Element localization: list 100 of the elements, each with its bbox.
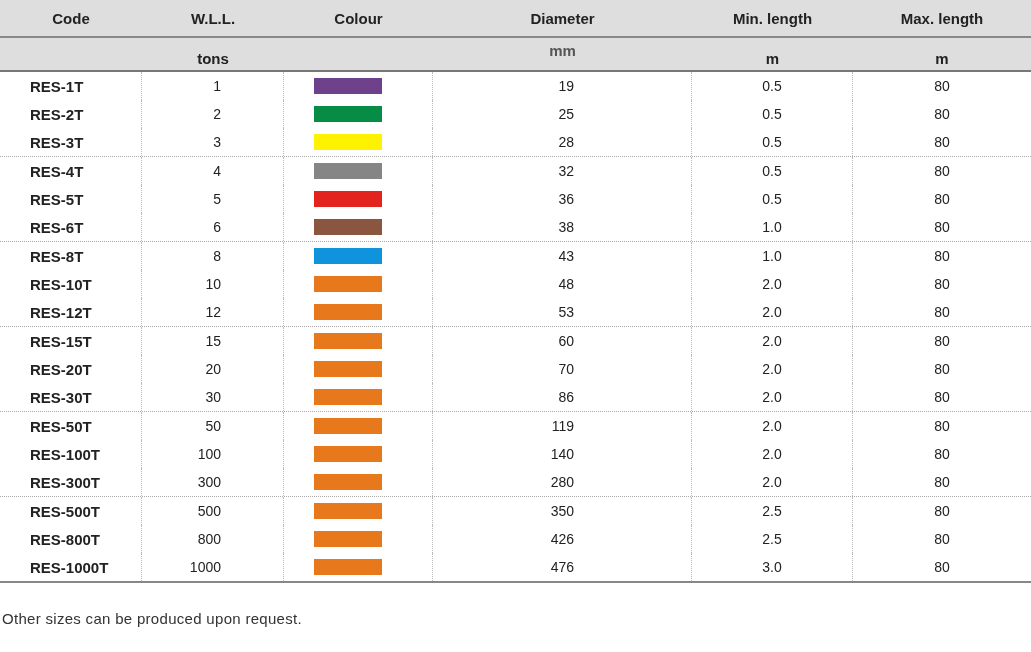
column-header: Colour — [334, 9, 383, 27]
table-cell: 2.0 — [762, 333, 782, 349]
table-cell: 3.0 — [762, 559, 782, 575]
table-cell: 80 — [934, 134, 950, 150]
table-cell: 426 — [550, 531, 574, 547]
table-cell: RES-30T — [30, 388, 92, 406]
table-cell: 48 — [558, 276, 574, 292]
table-cell: 350 — [550, 503, 574, 519]
table-cell: 80 — [934, 531, 950, 547]
table-cell: RES-100T — [30, 445, 101, 463]
table-cell: 25 — [558, 106, 574, 122]
table-cell: 12 — [205, 304, 221, 320]
table-cell: 10 — [205, 276, 221, 292]
table-cell: RES-2T — [30, 105, 84, 123]
column-header: Max. length — [900, 9, 984, 27]
table-cell: RES-1T — [30, 77, 84, 95]
table-cell: 80 — [934, 389, 950, 405]
table-cell: 476 — [550, 559, 574, 575]
table-cell: 80 — [934, 304, 950, 320]
table-cell: 86 — [558, 389, 574, 405]
table-cell: RES-50T — [30, 417, 92, 435]
table-cell: 2.0 — [762, 446, 782, 462]
table-cell: RES-6T — [30, 218, 84, 236]
table-cell: 50 — [205, 418, 221, 434]
table-cell: 32 — [558, 163, 574, 179]
table-cell: 2 — [213, 106, 221, 122]
table-cell: 80 — [934, 276, 950, 292]
table-cell: 3 — [213, 134, 221, 150]
table-cell: 80 — [934, 446, 950, 462]
table-cell: 1.0 — [762, 219, 782, 235]
table-cell: 80 — [934, 361, 950, 377]
table-cell: 100 — [197, 446, 221, 462]
column-header: W.L.L. — [190, 9, 236, 27]
table-cell: 500 — [197, 503, 221, 519]
table-cell: 2.0 — [762, 276, 782, 292]
table-cell: 8 — [213, 248, 221, 264]
table-cell: 140 — [550, 446, 574, 462]
table-cell: 119 — [551, 418, 574, 434]
table-cell: RES-500T — [30, 502, 101, 520]
table-cell: 800 — [197, 531, 221, 547]
table-cell: RES-15T — [30, 332, 92, 350]
table-cell: 4 — [213, 163, 221, 179]
table-cell: 80 — [934, 78, 950, 94]
table-cell: 0.5 — [762, 134, 782, 150]
table-cell: 2.0 — [762, 474, 782, 490]
table-cell: RES-300T — [30, 473, 101, 491]
unit-label: mm — [549, 42, 576, 59]
table-cell: 0.5 — [762, 163, 782, 179]
table-cell: 2.0 — [762, 389, 782, 405]
table-cell: 80 — [934, 106, 950, 122]
table-cell: 2.5 — [762, 503, 782, 519]
unit-label: m — [765, 48, 780, 67]
table-cell: 1.0 — [762, 248, 782, 264]
table-cell: RES-10T — [30, 275, 92, 293]
table-cell: 20 — [205, 361, 221, 377]
table-cell: 28 — [558, 134, 574, 150]
table-cell: RES-5T — [30, 190, 84, 208]
table-cell: RES-800T — [30, 530, 101, 548]
table-cell: RES-20T — [30, 360, 92, 378]
table-cell: 30 — [205, 389, 221, 405]
table-cell: 1 — [213, 78, 221, 94]
column-header: Diameter — [530, 9, 595, 27]
table-cell: 70 — [558, 361, 574, 377]
table-cell: 80 — [934, 163, 950, 179]
table-cell: 80 — [934, 559, 950, 575]
table-cell: 80 — [934, 191, 950, 207]
table-cell: 0.5 — [762, 191, 782, 207]
unit-label: m — [935, 48, 949, 67]
table-cell: 80 — [934, 248, 950, 264]
table-cell: 80 — [934, 474, 950, 490]
table-cell: 0.5 — [762, 78, 782, 94]
table-cell: 60 — [558, 333, 574, 349]
table-cell: RES-12T — [30, 303, 92, 321]
table-cell: 2.0 — [762, 418, 782, 434]
table-cell: 80 — [934, 418, 950, 434]
table-cell: 0.5 — [762, 106, 782, 122]
table-cell: RES-8T — [30, 247, 84, 265]
table-cell: 2.0 — [762, 361, 782, 377]
column-header: Code — [52, 9, 90, 27]
table-cell: 5 — [213, 191, 221, 207]
table-cell: 80 — [934, 333, 950, 349]
table-cell: 80 — [934, 219, 950, 235]
table-cell: 300 — [197, 474, 221, 490]
table-cell: 280 — [550, 474, 574, 490]
table-cell: 38 — [558, 219, 574, 235]
column-header: Min. length — [732, 9, 813, 27]
table-cell: 15 — [205, 333, 221, 349]
table-cell: 6 — [213, 219, 221, 235]
unit-label: tons — [197, 48, 229, 67]
table-cell: RES-4T — [30, 162, 84, 180]
table-cell: 1000 — [189, 559, 221, 575]
table-cell: 2.5 — [762, 531, 782, 547]
table-cell: 36 — [558, 191, 574, 207]
table-cell: 53 — [558, 304, 574, 320]
table-cell: 2.0 — [762, 304, 782, 320]
table-cell: 19 — [558, 78, 574, 94]
table-cell: 80 — [934, 503, 950, 519]
table-cell: RES-3T — [30, 133, 84, 151]
table-cell: RES-1000T — [30, 558, 109, 576]
table-cell: 43 — [558, 248, 574, 264]
